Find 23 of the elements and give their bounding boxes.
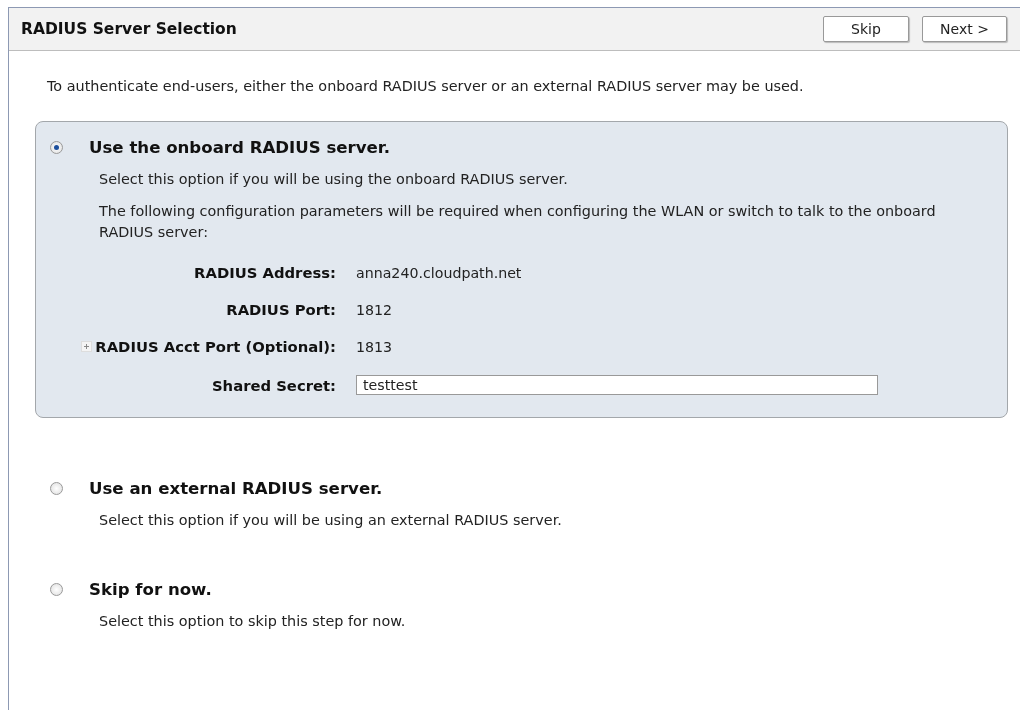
radio-button[interactable] — [50, 482, 63, 495]
option-description: Select this option if you will be using an external RADIUS server. — [99, 512, 563, 528]
field-label: Shared Secret: — [211, 376, 336, 394]
page-title: RADIUS Server Selection — [21, 20, 237, 38]
radio-button[interactable] — [50, 141, 63, 154]
expand-icon[interactable] — [81, 341, 93, 352]
option-description: Select this option if you will be using the onboard RADIUS server. — [99, 171, 569, 187]
option-title: Use an external RADIUS server. — [89, 479, 383, 498]
field-label: RADIUS Port: — [226, 301, 336, 318]
next-button[interactable]: Next > — [922, 16, 1007, 42]
field-value: 1813 — [356, 338, 393, 355]
intro-text: To authenticate end-users, either the onboard RADIUS server or an external RADIUS server may be used. — [47, 78, 805, 94]
option-description: Select this option to skip this step for now. — [99, 613, 407, 629]
option-note: The following configuration parameters will be required when configuring the WLAN or switch to talk to the onboard RADIUS server: — [99, 202, 937, 242]
field-value: 1812 — [356, 301, 393, 318]
shared-secret-field[interactable]: testtest — [356, 375, 878, 395]
radio-button[interactable] — [50, 583, 63, 596]
option-title: Skip for now. — [89, 580, 212, 599]
skip-button[interactable]: Skip — [823, 16, 909, 42]
field-value: anna240.cloudpath.net — [356, 264, 522, 281]
field-label: RADIUS Acct Port (Optional): — [95, 338, 336, 355]
option-title: Use the onboard RADIUS server. — [89, 138, 390, 157]
field-label: RADIUS Address: — [194, 264, 336, 281]
